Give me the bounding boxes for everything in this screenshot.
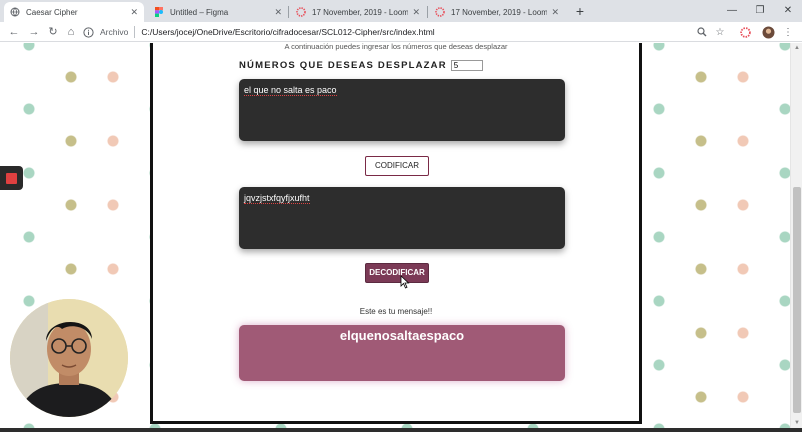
tab-loom-1[interactable]: 17 November, 2019 - Loom Recor ✕ [290, 2, 426, 22]
decode-button[interactable]: DECODIFICAR [365, 263, 429, 283]
mouse-cursor-icon [400, 275, 410, 289]
tab-title: 17 November, 2019 - Loom Recor [312, 7, 409, 17]
restore-icon[interactable]: ❐ [750, 3, 770, 19]
tab-separator [427, 6, 428, 18]
tab-figma[interactable]: Untitled – Figma ✕ [148, 2, 288, 22]
tab-caesar-cipher[interactable]: Caesar Cipher ✕ [4, 2, 144, 22]
webcam-person-image [10, 299, 128, 417]
shift-row: NÚMEROS QUE DESEAS DESPLAZAR [239, 60, 483, 71]
tab-separator [288, 6, 289, 18]
record-stop-icon [6, 172, 17, 184]
star-icon[interactable]: ☆ [712, 24, 728, 40]
vertical-scrollbar[interactable]: ▲ ▼ [790, 43, 802, 428]
encode-button[interactable]: CODIFICAR [365, 156, 429, 176]
close-window-icon[interactable]: ✕ [778, 3, 798, 19]
home-icon[interactable]: ⌂ [63, 24, 79, 40]
close-tab-icon[interactable]: ✕ [274, 7, 282, 18]
plaintext-value: el que no salta es paco [244, 85, 337, 96]
scrollbar-thumb[interactable] [793, 187, 801, 413]
ciphertext-textarea[interactable]: jqvzjstxfqyfjxufht [239, 187, 565, 249]
shift-input[interactable] [450, 60, 483, 71]
new-tab-button[interactable]: + [572, 3, 588, 19]
tab-strip: Caesar Cipher ✕ Untitled – Figma ✕ 17 No… [0, 0, 802, 22]
back-arrow-icon[interactable]: ← [6, 24, 22, 40]
zoom-icon[interactable] [694, 24, 710, 40]
message-label: Este es tu mensaje!! [359, 307, 433, 316]
ciphertext-value: jqvzjstxfqyfjxufht [244, 193, 310, 204]
tab-loom-2[interactable]: 17 November, 2019 - Loom Reco ✕ [429, 2, 565, 22]
webcam-bubble[interactable] [10, 299, 128, 417]
browser-toolbar: ← → ↻ ⌂ Archivo C:/Users/jocej/OneDrive/… [0, 22, 802, 42]
profile-avatar-icon[interactable] [760, 24, 776, 40]
url-divider [134, 26, 136, 38]
plaintext-textarea[interactable]: el que no salta es paco [239, 79, 565, 141]
loom-icon [435, 7, 445, 17]
url-text[interactable]: C:/Users/jocej/OneDrive/Escritorio/cifra… [141, 27, 434, 37]
record-stop-button[interactable] [0, 166, 23, 190]
menu-icon[interactable]: ⋮ [780, 24, 796, 40]
address-bar[interactable]: Archivo C:/Users/jocej/OneDrive/Escritor… [82, 23, 732, 41]
forward-arrow-icon[interactable]: → [26, 24, 42, 40]
close-tab-icon[interactable]: ✕ [551, 7, 559, 18]
result-box: elquenosaltaespaco [239, 325, 565, 381]
close-tab-icon[interactable]: ✕ [412, 7, 420, 18]
scroll-up-icon[interactable]: ▲ [791, 43, 802, 53]
loom-icon [296, 7, 306, 17]
url-scheme: Archivo [100, 27, 129, 37]
chrome-globe-icon [10, 7, 20, 17]
instruction-text: A continuación puedes ingresar los númer… [284, 43, 508, 51]
taskbar-edge [0, 428, 802, 432]
figma-icon [154, 7, 164, 17]
loom-extension-icon[interactable] [737, 24, 753, 40]
tab-title: Caesar Cipher [26, 7, 78, 17]
shift-label: NÚMEROS QUE DESEAS DESPLAZAR [239, 60, 447, 71]
cipher-card: A continuación puedes ingresar los númer… [150, 43, 642, 424]
close-tab-icon[interactable]: ✕ [130, 7, 138, 18]
reload-icon[interactable]: ↻ [45, 24, 61, 40]
tab-title: 17 November, 2019 - Loom Reco [451, 7, 548, 17]
scroll-down-icon[interactable]: ▼ [791, 418, 802, 428]
info-icon[interactable] [82, 26, 94, 38]
minimize-icon[interactable]: — [722, 3, 742, 19]
tab-title: Untitled – Figma [170, 7, 229, 17]
